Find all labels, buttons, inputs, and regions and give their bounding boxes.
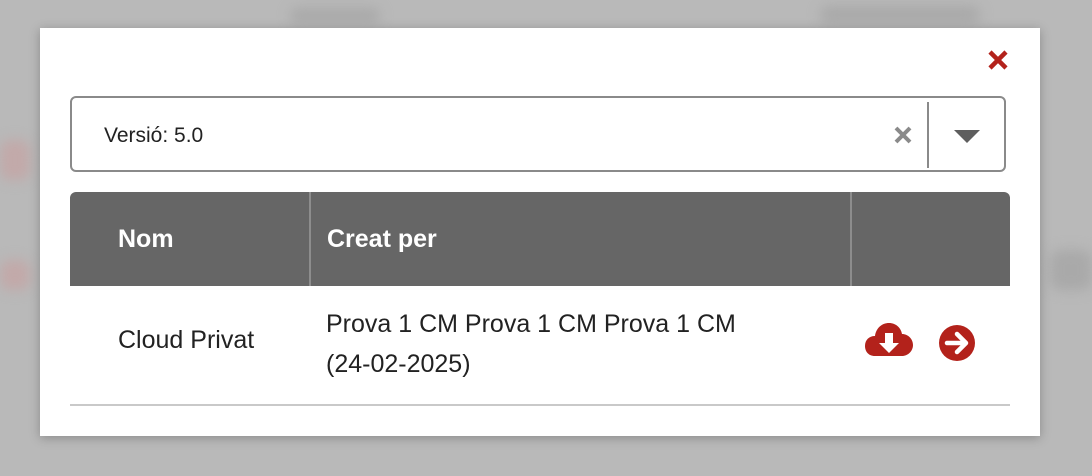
versions-table: Nom Creat per Cloud Privat Prova 1 CM Pr… bbox=[70, 192, 1010, 406]
row-created-by: Prova 1 CM Prova 1 CM Prova 1 CM (24-02-… bbox=[326, 304, 826, 384]
select-divider bbox=[927, 102, 929, 168]
column-header-name: Nom bbox=[118, 225, 174, 253]
close-icon bbox=[988, 50, 1008, 70]
backdrop-shape bbox=[820, 6, 980, 24]
open-version-button[interactable] bbox=[938, 324, 976, 369]
row-created-by-author: Prova 1 CM Prova 1 CM Prova 1 CM bbox=[326, 310, 736, 338]
version-modal: Versió: 5.0 Nom Creat per Cloud Privat P… bbox=[40, 28, 1040, 436]
clear-icon bbox=[894, 126, 912, 144]
column-divider bbox=[850, 192, 852, 286]
close-button[interactable] bbox=[986, 48, 1010, 72]
caret-down-icon bbox=[954, 130, 980, 143]
row-created-by-date: (24-02-2025) bbox=[326, 350, 471, 378]
version-select[interactable]: Versió: 5.0 bbox=[70, 96, 1006, 172]
arrow-circle-right-icon bbox=[939, 325, 975, 361]
cloud-download-icon bbox=[865, 323, 913, 356]
dropdown-toggle[interactable] bbox=[952, 128, 982, 144]
row-name: Cloud Privat bbox=[118, 326, 255, 354]
download-button[interactable] bbox=[865, 322, 913, 365]
table-row: Cloud Privat Prova 1 CM Prova 1 CM Prova… bbox=[70, 286, 1010, 406]
backdrop-shape bbox=[1050, 250, 1092, 290]
version-select-value: Versió: 5.0 bbox=[104, 124, 204, 147]
column-header-created-by: Creat per bbox=[327, 225, 437, 253]
backdrop-shape bbox=[290, 8, 380, 24]
backdrop-shape bbox=[0, 260, 30, 290]
table-header: Nom Creat per bbox=[70, 192, 1010, 286]
column-divider bbox=[309, 192, 311, 286]
backdrop-shape bbox=[0, 140, 30, 180]
clear-selection-button[interactable] bbox=[892, 124, 914, 146]
